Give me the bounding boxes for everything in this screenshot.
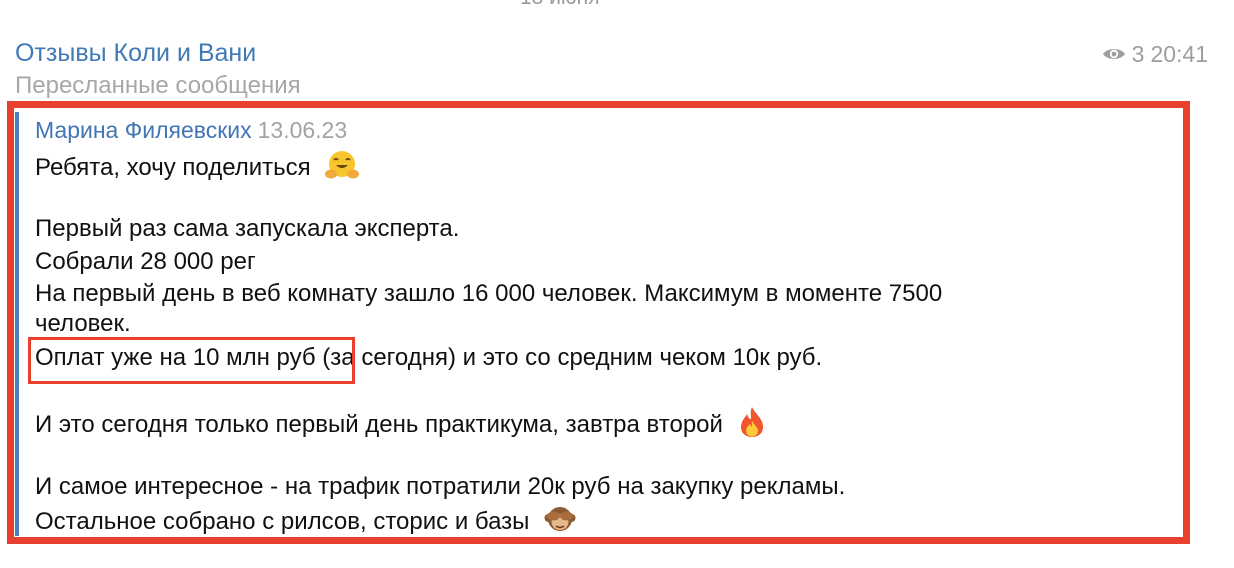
- message-time: 20:41: [1150, 41, 1208, 67]
- message-meta: 3 20:41: [1102, 40, 1208, 68]
- eye-icon: [1102, 46, 1126, 62]
- annotation-frame: [7, 101, 1190, 544]
- date-divider: 13 июня: [520, 0, 600, 10]
- view-count: 3: [1131, 41, 1145, 67]
- forwarded-caption: Пересланные сообщения: [15, 72, 301, 99]
- channel-name[interactable]: Отзывы Коли и Вани: [15, 38, 256, 68]
